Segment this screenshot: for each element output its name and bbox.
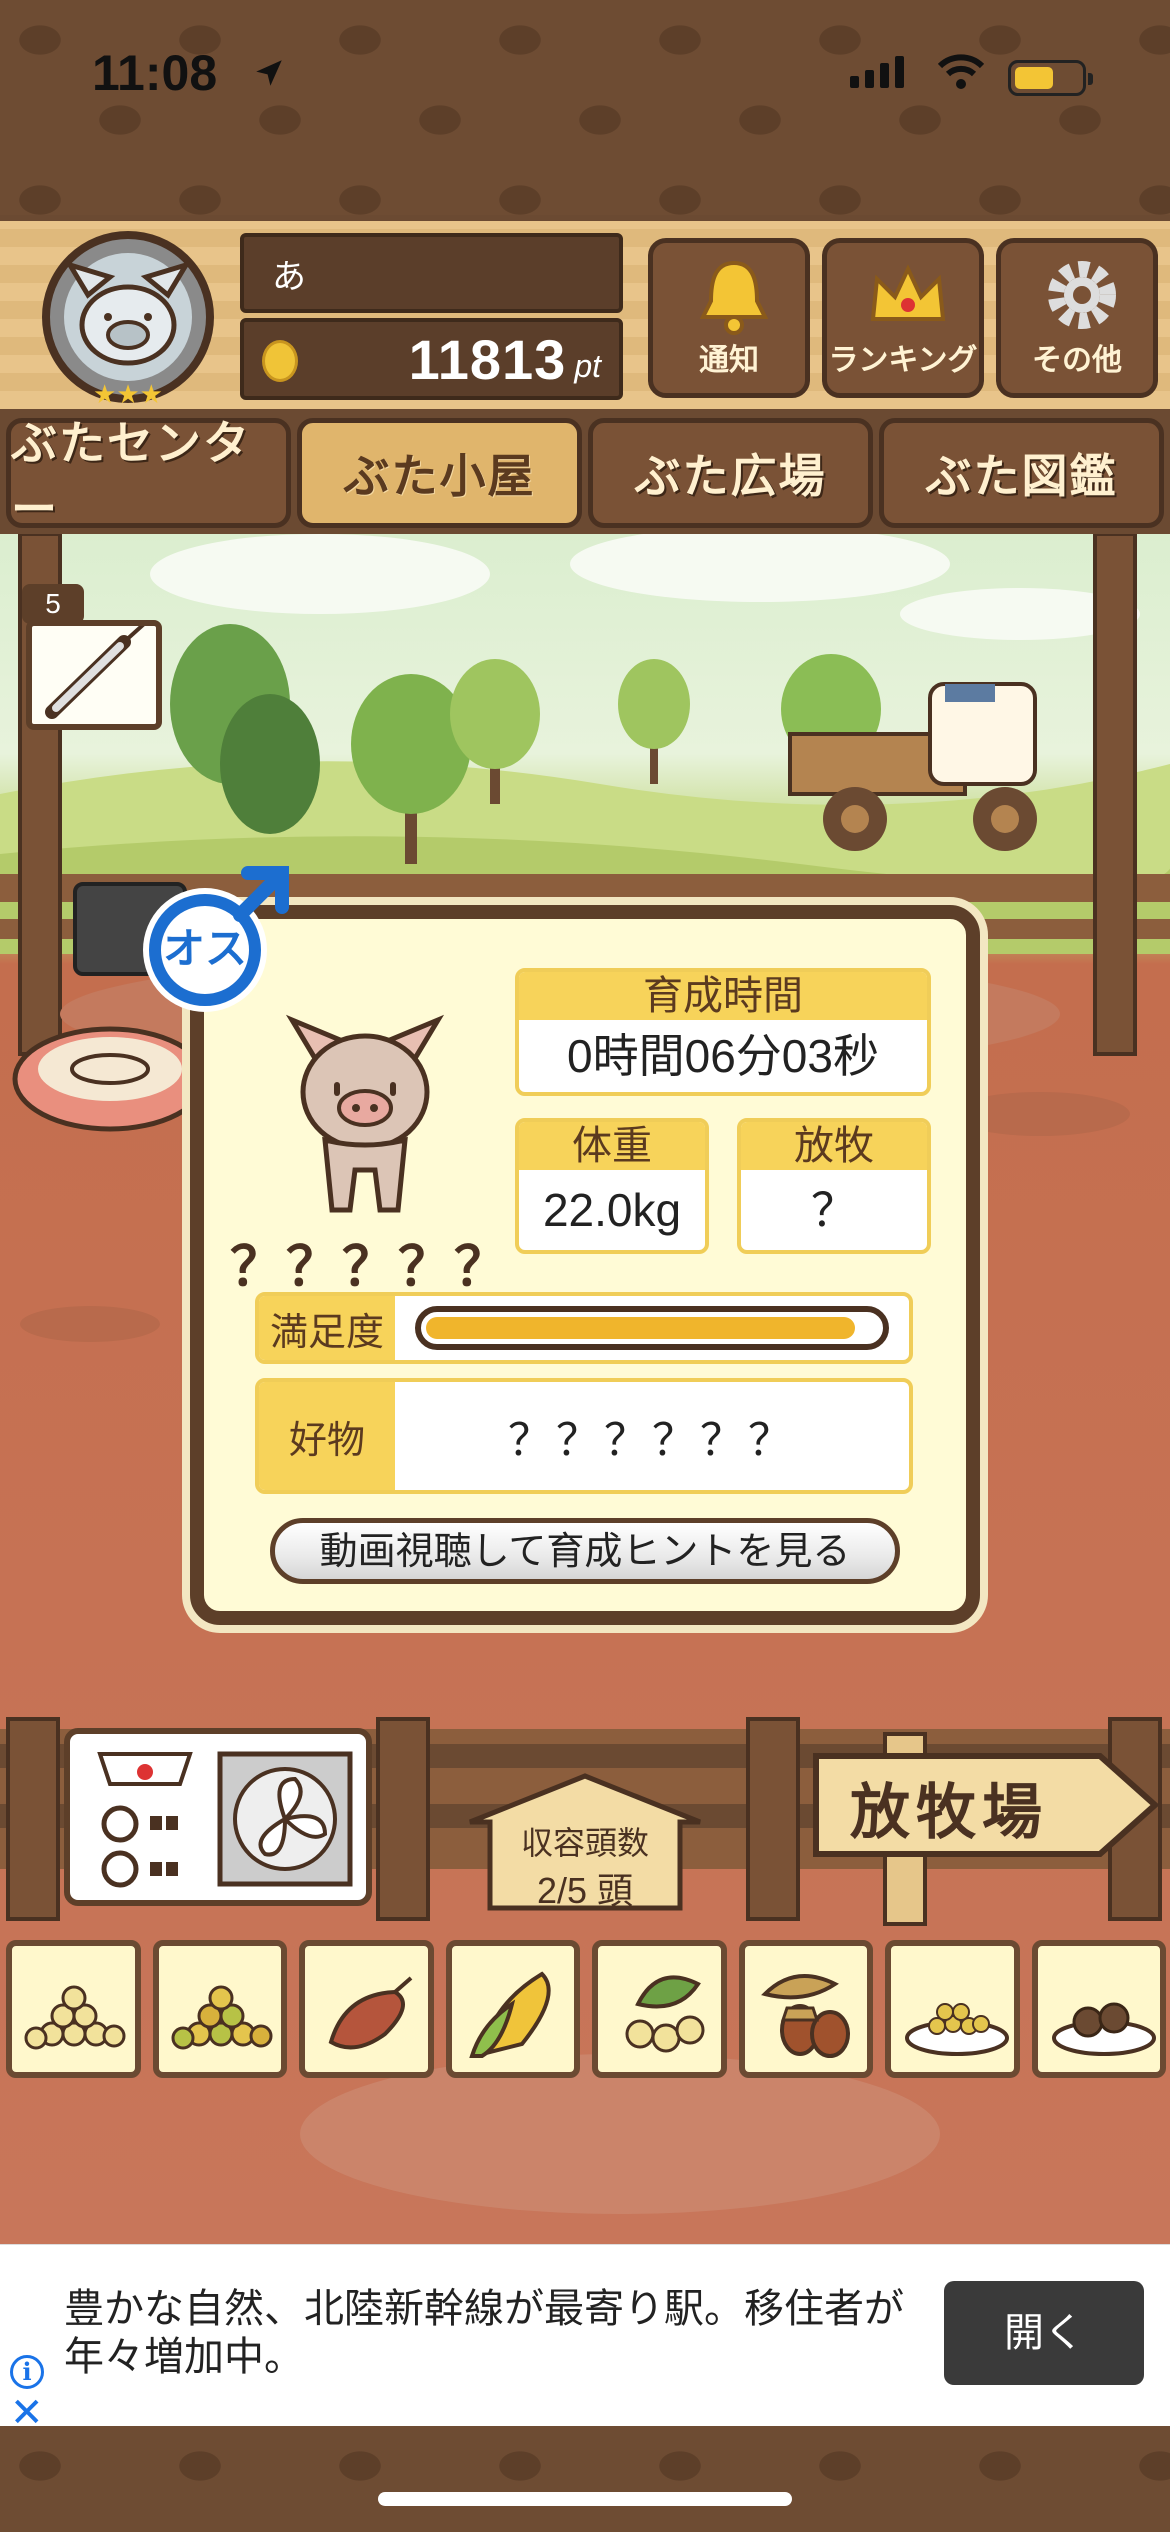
ranking-button[interactable]: ランキング (822, 238, 984, 398)
favorite-row: 好物 ？？？？？？ (255, 1378, 913, 1494)
clock: 11:08 (92, 45, 218, 101)
mixed-grain-icon (171, 1985, 272, 2050)
fan-icon (97, 1751, 353, 1888)
satisfaction-fill (426, 1317, 856, 1339)
svg-text:★★★: ★★★ (93, 380, 163, 410)
grazing-box: 放牧 ？ (737, 1118, 931, 1254)
info-icon[interactable]: i (10, 2355, 44, 2389)
soybeans-icon (24, 1985, 126, 2050)
syringe-item[interactable]: 5 (22, 584, 162, 734)
syringe-count: 5 (22, 584, 84, 624)
other-button[interactable]: その他 (996, 238, 1158, 398)
player-avatar[interactable]: ★★★ (30, 225, 226, 415)
feed-slot-soybeans[interactable] (6, 1940, 141, 2078)
weight-box: 体重 22.0kg (515, 1118, 709, 1254)
raising-time-box: 育成時間 0時間06分03秒 (515, 968, 931, 1096)
sweet-potato-icon (328, 1976, 413, 2050)
location-arrow-icon (256, 60, 282, 86)
feed-slot-beans[interactable] (592, 1940, 727, 2078)
gear-icon (1048, 261, 1116, 329)
beans-icon (625, 1975, 705, 2053)
tab-pig-hut[interactable]: ぶた小屋 (297, 418, 582, 528)
feed-slot-sweet-potato[interactable] (299, 1940, 434, 2078)
feed-slot-meatballs[interactable] (1031, 1940, 1166, 2078)
favorite-label: 好物 (259, 1382, 395, 1490)
syringe-icon (45, 622, 146, 719)
points-value: 11813 (408, 327, 567, 391)
wifi-icon (938, 54, 984, 89)
ad-banner[interactable]: 豊かな自然、北陸新幹線が最寄り駅。移住者が年々増加中。 i ✕ 開く (0, 2244, 1170, 2433)
feed-bar (6, 1940, 1166, 2080)
satisfaction-label: 満足度 (259, 1296, 395, 1360)
meatballs-icon (1051, 2002, 1156, 2056)
home-indicator[interactable] (378, 2492, 792, 2506)
watch-video-hint-button[interactable]: 動画視聴して育成ヒントを見る (270, 1518, 900, 1584)
capacity-label: 収容頭数 (520, 1824, 649, 1862)
coin-icon (262, 340, 298, 382)
feed-slot-acorn[interactable] (738, 1940, 873, 2078)
grazing-label: 放牧 (741, 1122, 927, 1170)
tab-pig-center[interactable]: ぶたセンター (6, 416, 291, 536)
raising-time-label: 育成時間 (519, 972, 927, 1020)
tab-pig-encyclopedia[interactable]: ぶた図鑑 (879, 418, 1164, 528)
pig-name: ？？？？？ (230, 1235, 510, 1298)
feed-slot-corn[interactable] (445, 1940, 580, 2078)
weight-label: 体重 (519, 1122, 705, 1170)
points-unit: pt (574, 347, 601, 384)
pasture-label: 放牧場 (850, 1778, 1048, 1848)
status-bar: 11:08 (0, 0, 1170, 150)
crown-icon (870, 264, 946, 321)
fan-control-panel[interactable] (64, 1728, 372, 1906)
tab-pig-plaza[interactable]: ぶた広場 (588, 418, 873, 528)
acorn-icon (760, 1974, 850, 2058)
bottom-pattern-background (0, 2426, 1170, 2532)
satisfaction-row: 満足度 (255, 1292, 913, 1364)
pig-image (285, 1014, 445, 1213)
cell-signal-icon (850, 56, 904, 88)
player-name: あ (240, 233, 623, 313)
feed-slot-mixed-grain[interactable] (152, 1940, 287, 2078)
feed-slot-grain-plate[interactable] (885, 1940, 1020, 2078)
satisfaction-gauge (415, 1306, 889, 1350)
main-tabs: ぶたセンター ぶた小屋 ぶた広場 ぶた図鑑 (0, 416, 1170, 536)
bell-icon (699, 260, 769, 335)
notification-button[interactable]: 通知 (648, 238, 810, 398)
ad-open-button[interactable]: 開く (944, 2281, 1144, 2385)
capacity-value: 2/5 頭 (536, 1870, 634, 1911)
capacity-sign: 収容頭数 2/5 頭 (460, 1772, 710, 1912)
corn-icon (468, 1971, 551, 2058)
male-label: オス (162, 924, 247, 973)
pasture-sign[interactable]: 放牧場 (810, 1750, 1160, 1860)
raising-time-value: 0時間06分03秒 (567, 1030, 879, 1082)
grazing-value: ？ (811, 1184, 857, 1236)
grain-plate-icon (905, 2003, 1009, 2056)
points-display: 11813 pt (240, 318, 623, 400)
weight-value: 22.0kg (542, 1184, 682, 1236)
ad-text: 豊かな自然、北陸新幹線が最寄り駅。移住者が年々増加中。 (64, 2286, 904, 2380)
favorite-value: ？？？？？？ (508, 1415, 796, 1466)
battery-icon (1008, 60, 1093, 96)
